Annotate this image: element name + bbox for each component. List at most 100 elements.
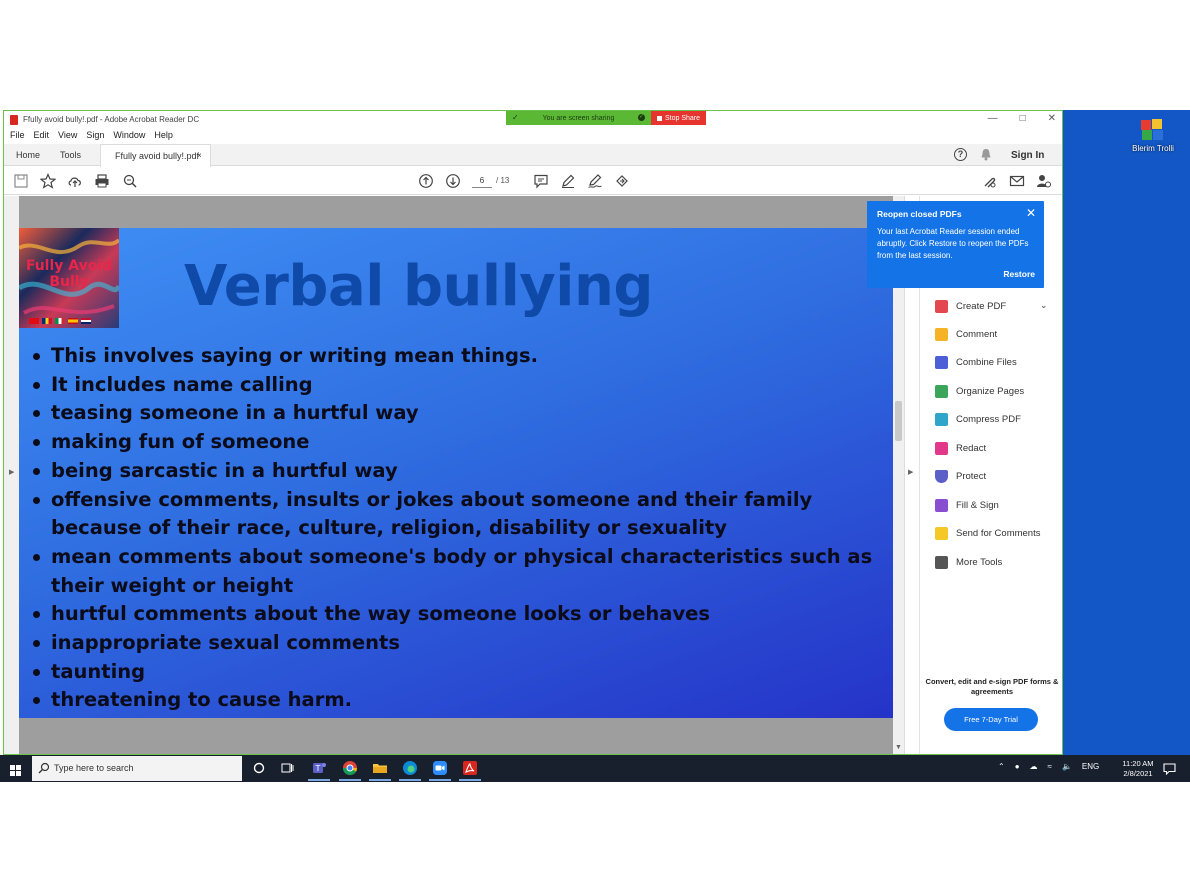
- search-placeholder: Type here to search: [54, 763, 134, 773]
- sign-pen-icon[interactable]: [587, 173, 603, 189]
- desktop-app-icon[interactable]: [1138, 116, 1166, 144]
- bullet-item: offensive comments, insults or jokes abo…: [31, 486, 891, 543]
- tool-create-pdf[interactable]: Create PDF: [935, 298, 1006, 314]
- zoom-icon[interactable]: [432, 760, 448, 776]
- tool-label: Fill & Sign: [956, 499, 999, 511]
- menu-window[interactable]: Window: [113, 130, 145, 144]
- highlight-pen-icon[interactable]: [560, 173, 576, 189]
- language-indicator[interactable]: ENG: [1082, 762, 1099, 771]
- popup-message: Your last Acrobat Reader session ended a…: [877, 227, 1029, 260]
- maximize-button[interactable]: □: [1020, 113, 1026, 124]
- menu-sign[interactable]: Sign: [86, 130, 104, 144]
- tool-more-tools[interactable]: More Tools: [935, 554, 1002, 570]
- sign-in-button[interactable]: Sign In: [1011, 150, 1044, 161]
- bullet-item: It includes name calling: [31, 371, 891, 400]
- menu-bar: File Edit View Sign Window Help: [4, 130, 173, 144]
- page-up-icon[interactable]: [418, 173, 434, 189]
- tab-home[interactable]: Home: [16, 150, 40, 160]
- close-tab-icon[interactable]: ×: [197, 151, 202, 160]
- page-number-input[interactable]: 6: [472, 174, 492, 188]
- chevron-down-icon[interactable]: ⌄: [1040, 300, 1048, 311]
- scrollbar-thumb[interactable]: [895, 401, 902, 441]
- taskbar-search-input[interactable]: Type here to search: [32, 756, 242, 781]
- notification-icon[interactable]: [1163, 762, 1176, 776]
- close-window-button[interactable]: ✕: [1048, 113, 1056, 124]
- restore-button[interactable]: Restore: [1003, 269, 1035, 279]
- document-area[interactable]: ▶ Fully Avoid Bully Verbal bullying This…: [4, 196, 904, 754]
- tool-send-for-comments[interactable]: Send for Comments: [935, 525, 1040, 541]
- tool-organize-pages[interactable]: Organize Pages: [935, 383, 1024, 399]
- tab-tools[interactable]: Tools: [60, 150, 81, 160]
- clock-date[interactable]: 2/8/2021: [1118, 769, 1158, 778]
- cloud-upload-icon[interactable]: [67, 173, 83, 189]
- add-user-icon[interactable]: [1036, 173, 1052, 189]
- menu-help[interactable]: Help: [154, 130, 173, 144]
- share-hand-icon[interactable]: [614, 173, 630, 189]
- zoom-search-icon[interactable]: [122, 173, 138, 189]
- free-trial-button[interactable]: Free 7-Day Trial: [944, 708, 1038, 731]
- comment-tool-icon: [935, 327, 948, 341]
- tool-label: Comment: [956, 328, 998, 340]
- clock-time[interactable]: 11:20 AM: [1118, 759, 1158, 768]
- cortana-icon[interactable]: [251, 760, 267, 776]
- task-view-icon[interactable]: [279, 760, 295, 776]
- popup-title: Reopen closed PDFs: [877, 209, 962, 219]
- windows-start-icon[interactable]: [10, 763, 21, 776]
- close-popup-icon[interactable]: ✕: [1026, 206, 1036, 220]
- help-icon[interactable]: ?: [954, 148, 967, 161]
- collapse-pane-icon[interactable]: ▶: [908, 468, 913, 476]
- teams-icon[interactable]: T: [311, 760, 327, 776]
- tool-compress-pdf[interactable]: Compress PDF: [935, 411, 1021, 427]
- file-explorer-icon[interactable]: [372, 760, 388, 776]
- active-app-indicator: [459, 779, 481, 781]
- desktop-icon-label[interactable]: Blerim Trolli: [1120, 144, 1186, 153]
- tool-fill-sign[interactable]: Fill & Sign: [935, 497, 999, 513]
- toolbar: 6 / 13: [4, 167, 1062, 195]
- bell-icon[interactable]: [980, 148, 992, 161]
- bullet-item: inappropriate sexual comments: [31, 629, 891, 658]
- reopen-pdfs-popup: Reopen closed PDFs ✕ Your last Acrobat R…: [867, 201, 1044, 288]
- wifi-icon[interactable]: ≈: [1048, 762, 1052, 771]
- microphone-icon[interactable]: ●: [1015, 762, 1020, 771]
- screen-sharing-indicator[interactable]: ✓ You are screen sharing ✓: [506, 111, 651, 125]
- scroll-down-icon[interactable]: ▼: [895, 744, 902, 751]
- bullet-item: This involves saying or writing mean thi…: [31, 342, 891, 371]
- print-icon[interactable]: [94, 173, 110, 189]
- create-pdf-icon: [935, 299, 948, 313]
- cloud-icon[interactable]: ☁: [1030, 762, 1038, 771]
- chevron-up-icon[interactable]: ⌃: [998, 762, 1005, 771]
- left-nav-strip: ▶: [4, 196, 19, 754]
- bullet-list: This involves saying or writing mean thi…: [31, 342, 891, 715]
- active-app-indicator: [369, 779, 391, 781]
- menu-view[interactable]: View: [58, 130, 77, 144]
- desktop-background: [1063, 110, 1190, 755]
- email-icon[interactable]: [1009, 173, 1025, 189]
- speaker-icon[interactable]: 🔈: [1062, 762, 1072, 771]
- menu-file[interactable]: File: [10, 130, 25, 144]
- minimize-button[interactable]: —: [988, 113, 998, 124]
- flag-icon: [55, 318, 65, 324]
- stop-share-button[interactable]: Stop Share: [651, 111, 706, 125]
- tool-comment[interactable]: Comment: [935, 326, 997, 342]
- menu-edit[interactable]: Edit: [34, 130, 50, 144]
- chrome-icon[interactable]: [342, 760, 358, 776]
- tool-combine-files[interactable]: Combine Files: [935, 354, 1017, 370]
- attach-sign-icon[interactable]: [982, 173, 998, 189]
- stop-share-label: Stop Share: [664, 114, 701, 122]
- expand-left-pane-icon[interactable]: ▶: [9, 468, 14, 476]
- acrobat-taskbar-icon[interactable]: [462, 760, 478, 776]
- page-down-icon[interactable]: [445, 173, 461, 189]
- screen: Blerim Trolli Ffully avoid bully!.pdf - …: [0, 110, 1190, 782]
- send-for-comments-icon: [935, 526, 948, 540]
- bullet-item: being sarcastic in a hurtful way: [31, 457, 891, 486]
- comment-icon[interactable]: [533, 173, 549, 189]
- edge-icon[interactable]: [402, 760, 418, 776]
- tool-label: Send for Comments: [956, 527, 1041, 539]
- save-icon[interactable]: [13, 173, 29, 189]
- star-icon[interactable]: [39, 173, 57, 189]
- tab-document[interactable]: Ffully avoid bully!.pdf ×: [100, 144, 211, 167]
- tool-protect[interactable]: Protect: [935, 468, 986, 484]
- promo-text: Convert, edit and e-sign PDF forms & agr…: [925, 677, 1059, 696]
- logo-flags: [29, 318, 91, 324]
- tool-redact[interactable]: Redact: [935, 440, 986, 456]
